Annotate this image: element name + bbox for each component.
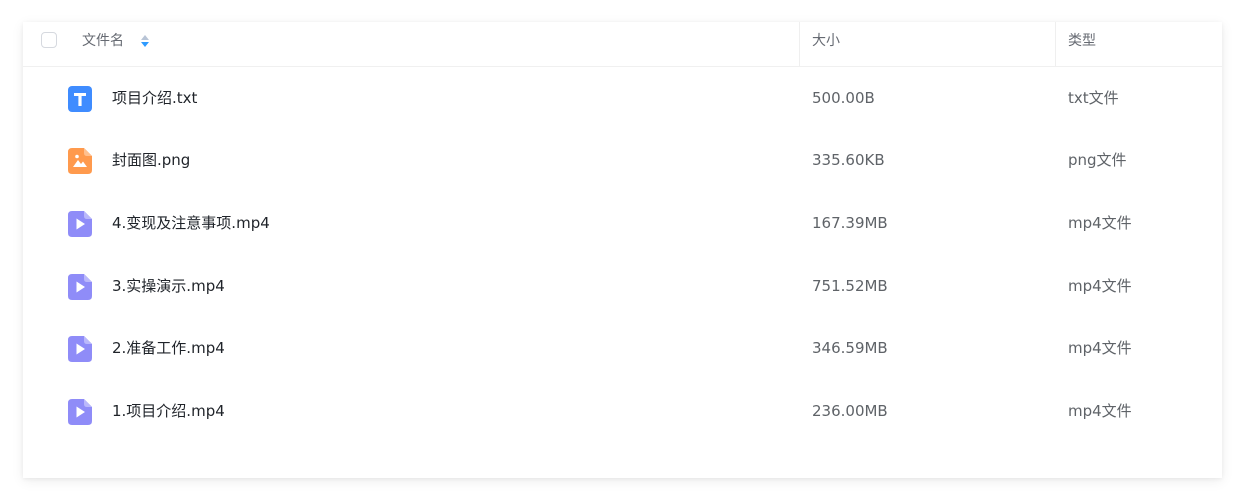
file-list-panel: 文件名 大小 类型 项目介绍.txt 500.00B txt文件 封面图.png… xyxy=(23,22,1222,478)
video-file-icon xyxy=(68,274,92,300)
image-file-icon xyxy=(68,148,92,174)
file-name[interactable]: 4.变现及注意事项.mp4 xyxy=(112,192,270,254)
file-size: 236.00MB xyxy=(812,402,888,420)
video-file-icon xyxy=(68,399,92,425)
file-size: 167.39MB xyxy=(812,214,888,232)
file-size: 500.00B xyxy=(812,89,875,107)
file-row[interactable]: 3.实操演示.mp4 751.52MB mp4文件 xyxy=(23,255,1222,317)
file-size: 346.59MB xyxy=(812,339,888,357)
file-type: mp4文件 xyxy=(1068,339,1132,357)
column-header-size-label: 大小 xyxy=(812,33,840,49)
file-type: mp4文件 xyxy=(1068,402,1132,420)
file-type: png文件 xyxy=(1068,151,1127,169)
column-header-type[interactable]: 类型 xyxy=(1068,22,1096,66)
column-divider xyxy=(1055,22,1056,66)
file-row[interactable]: 4.变现及注意事项.mp4 167.39MB mp4文件 xyxy=(23,192,1222,254)
table-header: 文件名 大小 类型 xyxy=(23,22,1222,67)
file-row[interactable]: 2.准备工作.mp4 346.59MB mp4文件 xyxy=(23,317,1222,379)
file-size: 335.60KB xyxy=(812,151,885,169)
column-header-type-label: 类型 xyxy=(1068,33,1096,49)
file-type: txt文件 xyxy=(1068,89,1119,107)
sort-icon[interactable] xyxy=(140,34,150,48)
file-row[interactable]: 封面图.png 335.60KB png文件 xyxy=(23,129,1222,191)
column-header-name-label: 文件名 xyxy=(82,33,124,49)
column-header-name[interactable]: 文件名 xyxy=(82,22,124,66)
video-file-icon xyxy=(68,211,92,237)
file-size: 751.52MB xyxy=(812,277,888,295)
select-all-checkbox[interactable] xyxy=(41,32,57,48)
file-type: mp4文件 xyxy=(1068,214,1132,232)
file-name[interactable]: 3.实操演示.mp4 xyxy=(112,255,225,317)
file-row[interactable]: 1.项目介绍.mp4 236.00MB mp4文件 xyxy=(23,380,1222,442)
file-name[interactable]: 2.准备工作.mp4 xyxy=(112,317,225,379)
video-file-icon xyxy=(68,336,92,362)
column-divider xyxy=(799,22,800,66)
file-name[interactable]: 1.项目介绍.mp4 xyxy=(112,380,225,442)
file-name[interactable]: 封面图.png xyxy=(112,129,190,191)
file-name[interactable]: 项目介绍.txt xyxy=(112,67,197,129)
file-row[interactable]: 项目介绍.txt 500.00B txt文件 xyxy=(23,67,1222,129)
column-header-size[interactable]: 大小 xyxy=(812,22,840,66)
text-file-icon xyxy=(68,86,92,112)
file-type: mp4文件 xyxy=(1068,277,1132,295)
